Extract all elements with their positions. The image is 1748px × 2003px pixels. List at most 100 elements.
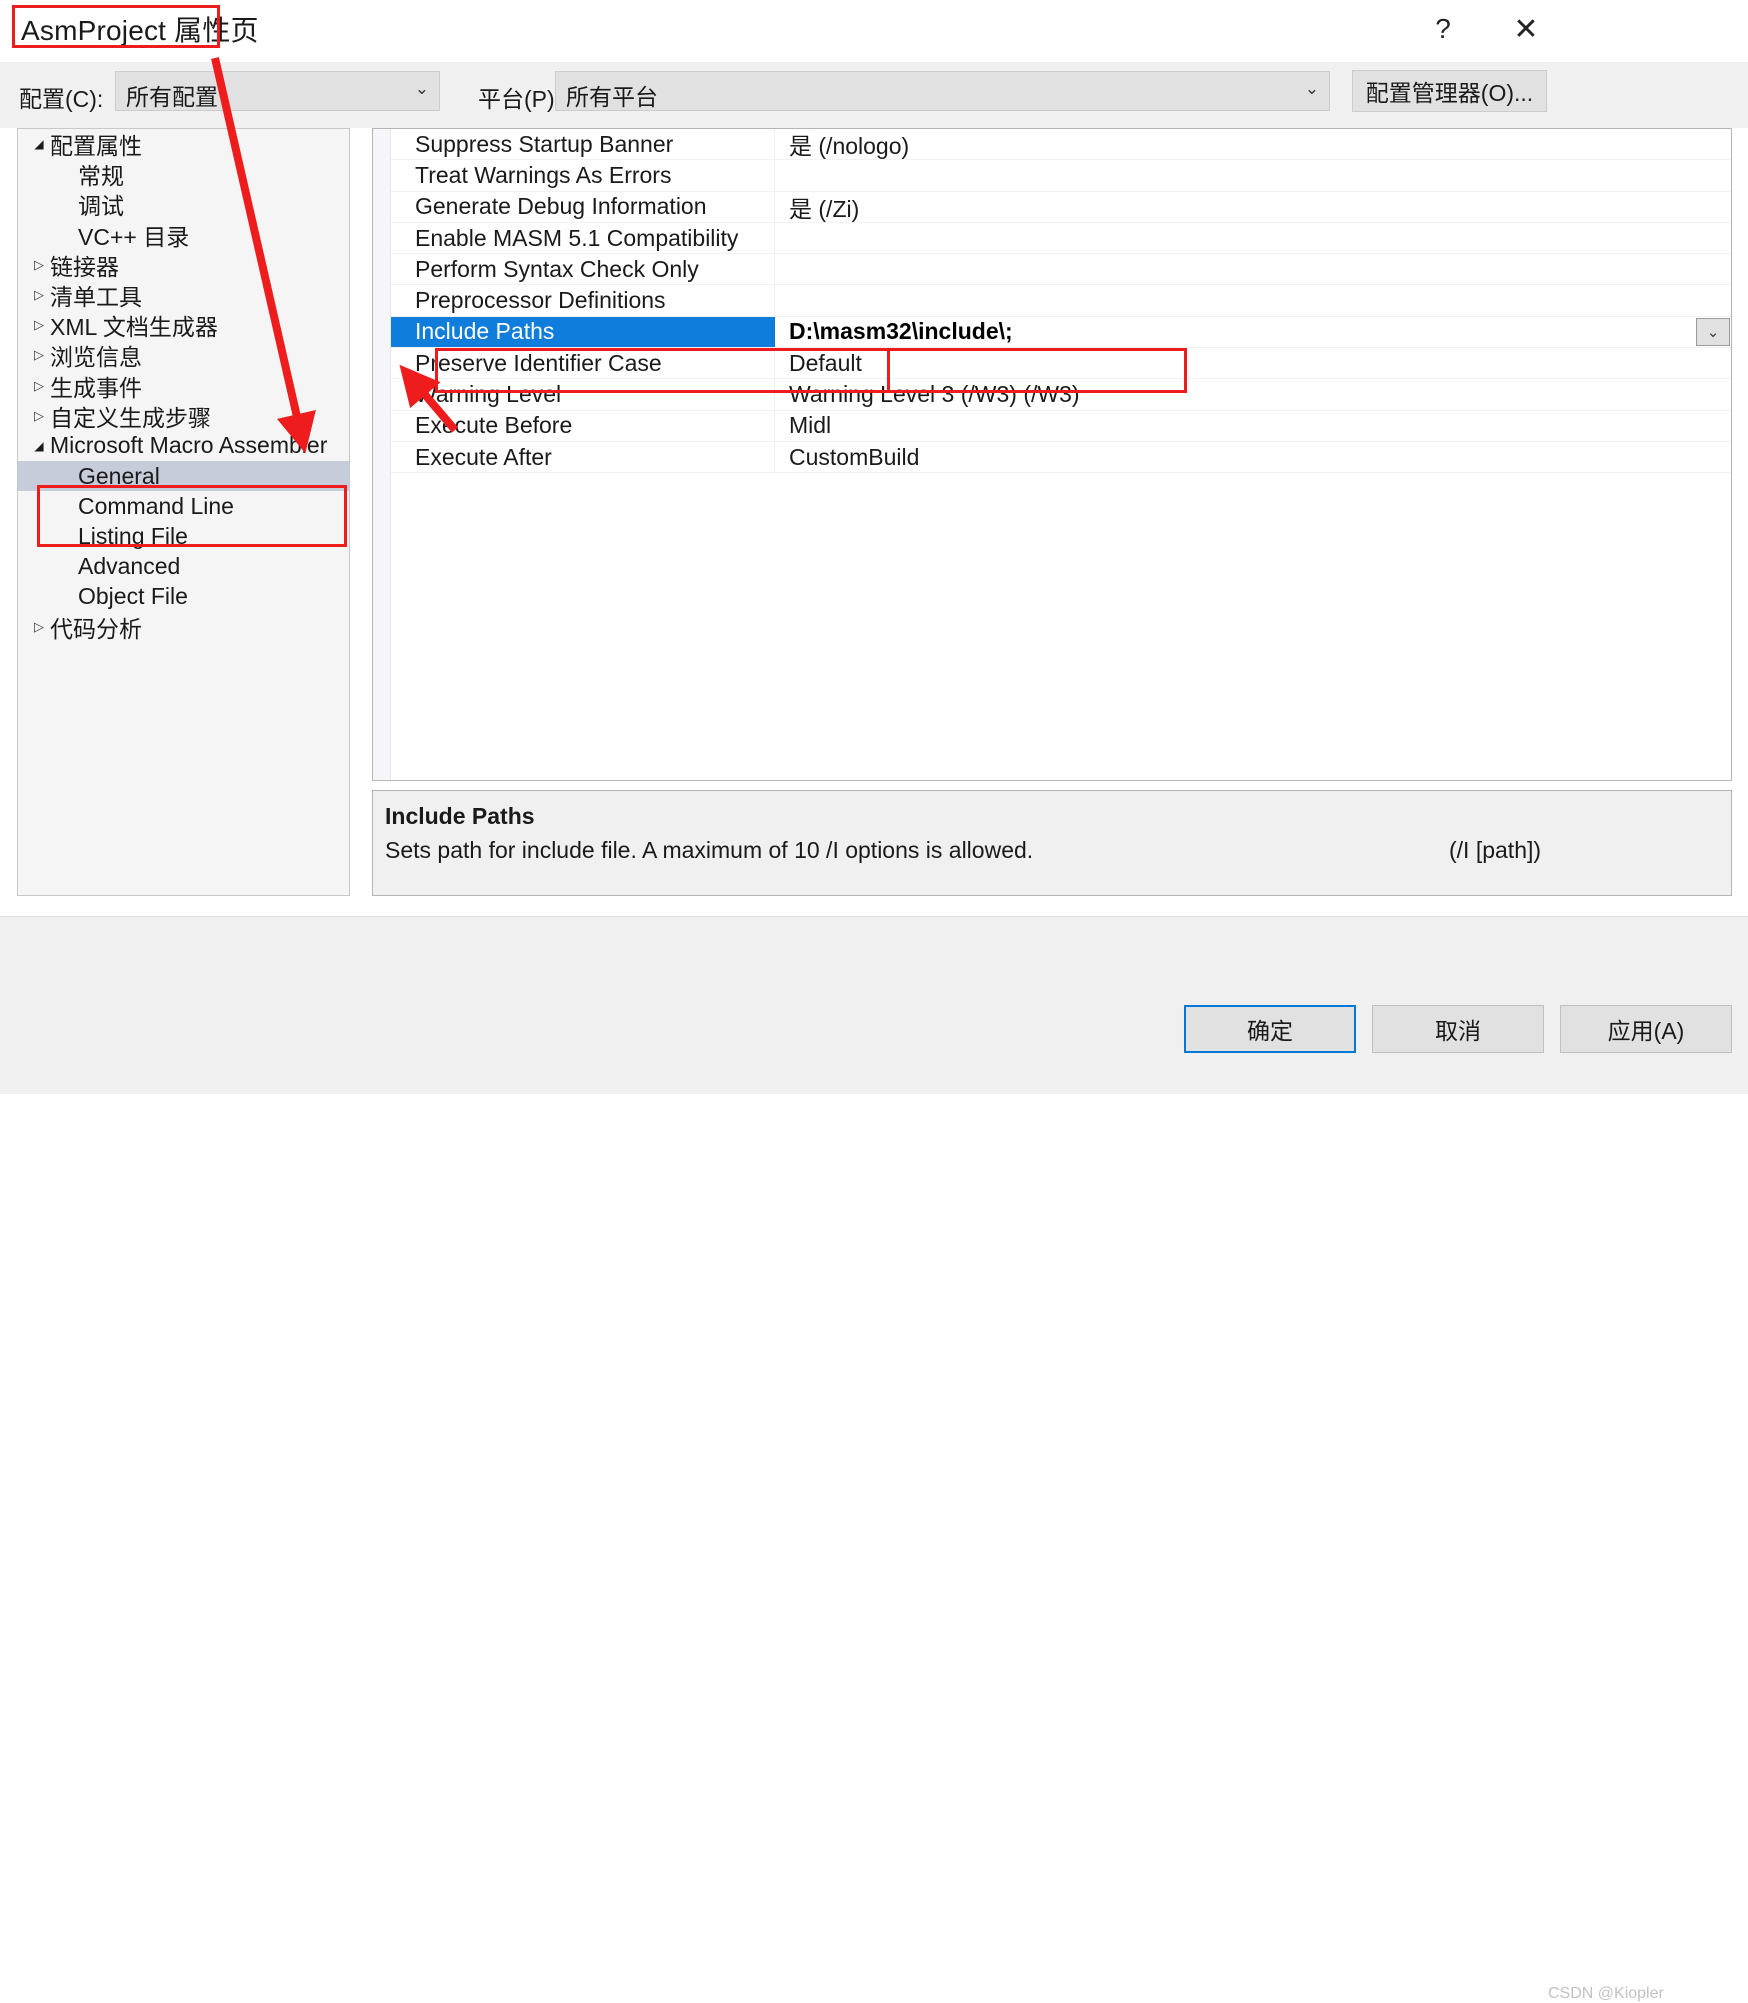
- property-row[interactable]: Warning Level Warning Level 3 (/W3) (/W3): [391, 379, 1731, 411]
- page-title: AsmProject 属性页: [21, 15, 259, 46]
- chevron-collapsed-icon[interactable]: ▷: [28, 619, 50, 635]
- tree-item-[interactable]: ▷ 清单工具: [18, 280, 349, 310]
- tree-item-label: General: [78, 462, 160, 489]
- platform-select[interactable]: 所有平台 ⌄: [555, 71, 1330, 111]
- property-name: Include Paths: [391, 316, 775, 348]
- property-row[interactable]: Perform Syntax Check Only: [391, 254, 1731, 286]
- dialog-footer: 确定 取消 应用(A) CSDN @Kiopler: [0, 916, 1748, 2002]
- property-name: Preserve Identifier Case: [391, 348, 775, 379]
- chevron-collapsed-icon[interactable]: ▷: [28, 378, 50, 394]
- property-name: Perform Syntax Check Only: [391, 254, 775, 285]
- property-value[interactable]: [775, 223, 1731, 253]
- chevron-collapsed-icon[interactable]: ▷: [28, 347, 50, 363]
- property-value[interactable]: Midl: [775, 411, 1731, 441]
- chevron-collapsed-icon[interactable]: ▷: [28, 317, 50, 333]
- configuration-selected-value: 所有配置: [126, 84, 218, 110]
- tree-item-label: 链接器: [50, 253, 119, 280]
- tree-item-listing-file[interactable]: Listing File: [18, 521, 349, 551]
- value-dropdown-button[interactable]: ⌄: [1696, 317, 1730, 346]
- property-value[interactable]: 是 (/nologo): [775, 129, 1731, 159]
- property-row[interactable]: Generate Debug Information 是 (/Zi): [391, 191, 1731, 223]
- tree-item-label: 调试: [78, 193, 124, 220]
- grid-gutter: [373, 129, 391, 780]
- tree-item-[interactable]: ▷ 链接器: [18, 250, 349, 280]
- tree-item-command-line[interactable]: Command Line: [18, 491, 349, 521]
- chevron-expanded-icon[interactable]: ◢: [28, 439, 50, 453]
- tree-item-label: 清单工具: [50, 284, 142, 311]
- watermark: CSDN @Kiopler: [1548, 1985, 1664, 2002]
- tree-item-[interactable]: 常规: [18, 159, 349, 189]
- property-row[interactable]: Execute Before Midl: [391, 410, 1731, 442]
- chevron-down-icon: ⌄: [1304, 79, 1319, 98]
- chevron-expanded-icon[interactable]: ◢: [28, 137, 50, 151]
- property-name: Generate Debug Information: [391, 191, 775, 222]
- property-row[interactable]: Treat Warnings As Errors: [391, 160, 1731, 192]
- property-value[interactable]: [775, 160, 1731, 190]
- property-row[interactable]: Suppress Startup Banner 是 (/nologo): [391, 129, 1731, 161]
- chevron-collapsed-icon[interactable]: ▷: [28, 257, 50, 273]
- tree-item-xml[interactable]: ▷ XML 文档生成器: [18, 310, 349, 340]
- configuration-bar: 配置(C): 所有配置 ⌄ 平台(P): 所有平台 ⌄ 配置管理器(O)...: [0, 62, 1748, 128]
- description-syntax: (/I [path]): [1449, 837, 1542, 863]
- tree-item-label: Object File: [78, 583, 188, 610]
- tree-item-[interactable]: ◢ 配置属性: [18, 129, 349, 159]
- property-row[interactable]: Preprocessor Definitions: [391, 285, 1731, 317]
- platform-label: 平台(P):: [478, 86, 562, 112]
- title-bar: AsmProject 属性页 ? ✕: [0, 0, 1748, 62]
- tree-item-label: 生成事件: [50, 374, 142, 401]
- tree-item-vc[interactable]: VC++ 目录: [18, 220, 349, 250]
- property-value[interactable]: CustomBuild: [775, 442, 1731, 472]
- tree-item-label: Advanced: [78, 553, 181, 580]
- property-row[interactable]: Enable MASM 5.1 Compatibility: [391, 222, 1731, 255]
- tree-item-general[interactable]: General: [18, 461, 349, 492]
- property-value[interactable]: 是 (/Zi): [775, 192, 1731, 222]
- tree-item-advanced[interactable]: Advanced: [18, 552, 349, 582]
- description-body: Sets path for include file. A maximum of…: [385, 837, 1034, 863]
- tree-item-[interactable]: ▷ 浏览信息: [18, 340, 349, 370]
- tree-item-label: VC++ 目录: [78, 223, 190, 250]
- property-row[interactable]: Preserve Identifier Case Default: [391, 348, 1731, 380]
- help-button[interactable]: ?: [1412, 0, 1474, 58]
- property-value[interactable]: Default: [775, 348, 1731, 378]
- tree-item-label: XML 文档生成器: [50, 314, 218, 341]
- chevron-collapsed-icon[interactable]: ▷: [28, 408, 50, 424]
- configuration-select[interactable]: 所有配置 ⌄: [115, 71, 440, 111]
- tree-item-[interactable]: ▷ 生成事件: [18, 371, 349, 401]
- description-panel: Include Paths Sets path for include file…: [372, 790, 1732, 896]
- ok-button[interactable]: 确定: [1184, 1005, 1356, 1053]
- property-value[interactable]: D:\masm32\include\;: [775, 317, 1731, 347]
- property-name: Treat Warnings As Errors: [391, 160, 775, 191]
- tree-item-[interactable]: ▷ 代码分析: [18, 612, 349, 642]
- chevron-collapsed-icon[interactable]: ▷: [28, 287, 50, 303]
- property-name: Execute After: [391, 441, 775, 473]
- property-name: Warning Level: [391, 379, 775, 410]
- property-row[interactable]: Include Paths D:\masm32\include\; ⌄: [391, 316, 1731, 349]
- property-value[interactable]: [775, 254, 1731, 284]
- tree-item-label: 配置属性: [50, 133, 142, 160]
- property-value[interactable]: [775, 285, 1731, 315]
- property-tree[interactable]: ◢ 配置属性 常规 调试 VC++ 目录 ▷ 链接器 ▷ 清单工具 ▷ XML 文档生成器 ▷ 浏览信息…: [17, 128, 350, 896]
- configuration-label: 配置(C):: [19, 86, 104, 112]
- tree-item-microsoft-macro-assembler[interactable]: ◢ Microsoft Macro Assembler: [18, 431, 349, 461]
- configuration-manager-button[interactable]: 配置管理器(O)...: [1352, 70, 1547, 112]
- property-value[interactable]: Warning Level 3 (/W3) (/W3): [775, 379, 1731, 409]
- description-title: Include Paths: [385, 803, 535, 829]
- tree-item-[interactable]: ▷ 自定义生成步骤: [18, 401, 349, 431]
- tree-item-label: Command Line: [78, 492, 234, 519]
- cancel-button[interactable]: 取消: [1372, 1005, 1544, 1053]
- apply-button[interactable]: 应用(A): [1560, 1005, 1732, 1053]
- property-name: Suppress Startup Banner: [391, 129, 775, 160]
- tree-item-object-file[interactable]: Object File: [18, 582, 349, 612]
- grid-rows: Suppress Startup Banner 是 (/nologo) Treat …: [391, 129, 1731, 474]
- tree-item-label: Microsoft Macro Assembler: [50, 432, 328, 459]
- chevron-down-icon: ⌄: [414, 79, 429, 98]
- property-grid[interactable]: Suppress Startup Banner 是 (/nologo) Treat …: [372, 128, 1732, 781]
- platform-selected-value: 所有平台: [566, 84, 658, 110]
- tree-item-label: 常规: [78, 163, 124, 190]
- tree-item-label: 自定义生成步骤: [50, 404, 211, 431]
- property-name: Execute Before: [391, 410, 775, 441]
- tree-item-label: 代码分析: [50, 616, 142, 643]
- property-row[interactable]: Execute After CustomBuild: [391, 441, 1731, 474]
- close-icon[interactable]: ✕: [1492, 0, 1560, 58]
- tree-item-[interactable]: 调试: [18, 189, 349, 219]
